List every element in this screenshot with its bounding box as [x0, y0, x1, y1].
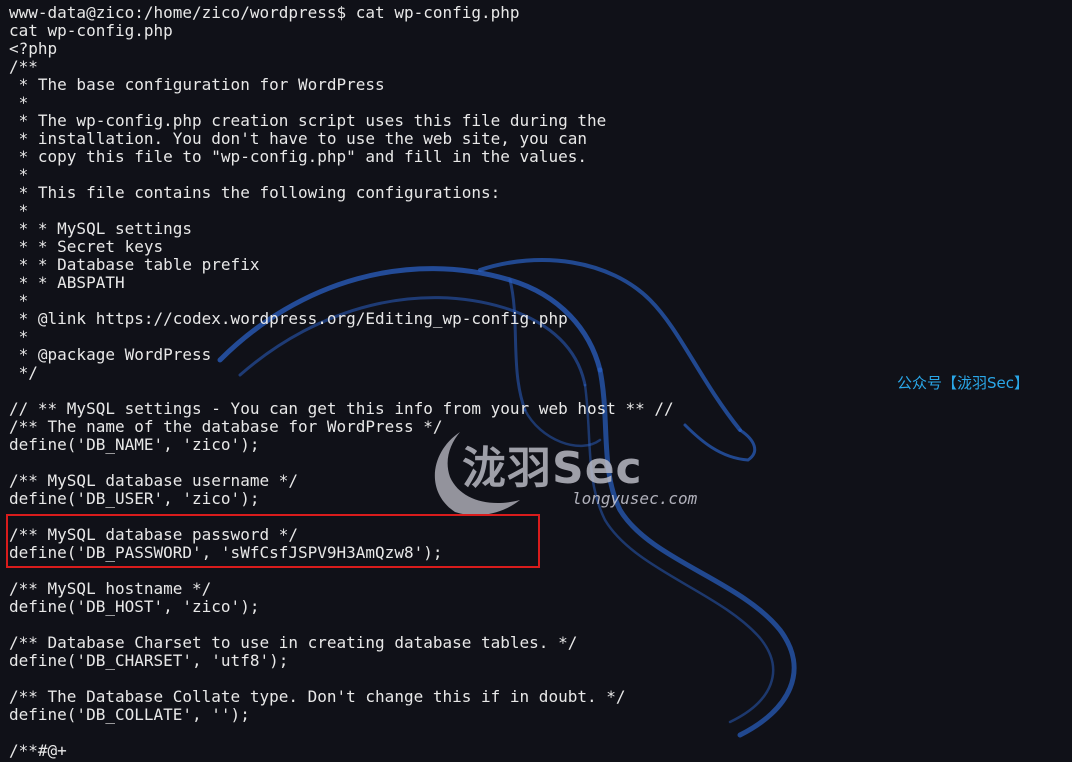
terminal-line: * — [9, 93, 29, 112]
terminal-line: // ** MySQL settings - You can get this … — [9, 399, 674, 418]
terminal-line: * The base configuration for WordPress — [9, 75, 385, 94]
terminal-line: * — [9, 327, 29, 346]
terminal-window[interactable]: 泷羽Sec longyusec.com 公众号【泷羽Sec】 www-data@… — [0, 0, 1072, 762]
terminal-line: cat wp-config.php — [9, 21, 173, 40]
terminal-line: * — [9, 165, 29, 184]
password-highlight-box — [6, 514, 540, 568]
terminal-line: * installation. You don't have to use th… — [9, 129, 587, 148]
terminal-line: define('DB_COLLATE', ''); — [9, 705, 250, 724]
terminal-line: /** — [9, 57, 38, 76]
terminal-line: /** MySQL hostname */ — [9, 579, 212, 598]
terminal-line: * The wp-config.php creation script uses… — [9, 111, 607, 130]
terminal-line: define('DB_USER', 'zico'); — [9, 489, 260, 508]
terminal-line: define('DB_NAME', 'zico'); — [9, 435, 260, 454]
terminal-line: * * MySQL settings — [9, 219, 193, 238]
terminal-line: /**#@+ — [9, 741, 67, 760]
terminal-line: * This file contains the following confi… — [9, 183, 501, 202]
terminal-output: www-data@zico:/home/zico/wordpress$ cat … — [9, 4, 674, 760]
terminal-line: * @link https://codex.wordpress.org/Edit… — [9, 309, 568, 328]
terminal-line: www-data@zico:/home/zico/wordpress$ cat … — [9, 3, 520, 22]
terminal-line: */ — [9, 363, 38, 382]
terminal-line: * @package WordPress — [9, 345, 212, 364]
terminal-line: * copy this file to "wp-config.php" and … — [9, 147, 587, 166]
terminal-line: /** Database Charset to use in creating … — [9, 633, 578, 652]
terminal-line: * * Database table prefix — [9, 255, 260, 274]
watermark-account: 公众号【泷羽Sec】 — [897, 374, 1029, 392]
terminal-line: /** The name of the database for WordPre… — [9, 417, 443, 436]
terminal-line: * * Secret keys — [9, 237, 164, 256]
terminal-line: define('DB_HOST', 'zico'); — [9, 597, 260, 616]
terminal-line: <?php — [9, 39, 58, 58]
terminal-line: define('DB_CHARSET', 'utf8'); — [9, 651, 289, 670]
terminal-line: * — [9, 201, 29, 220]
terminal-line: * — [9, 291, 29, 310]
terminal-line: /** MySQL database username */ — [9, 471, 298, 490]
terminal-line: /** The Database Collate type. Don't cha… — [9, 687, 626, 706]
terminal-line: * * ABSPATH — [9, 273, 125, 292]
